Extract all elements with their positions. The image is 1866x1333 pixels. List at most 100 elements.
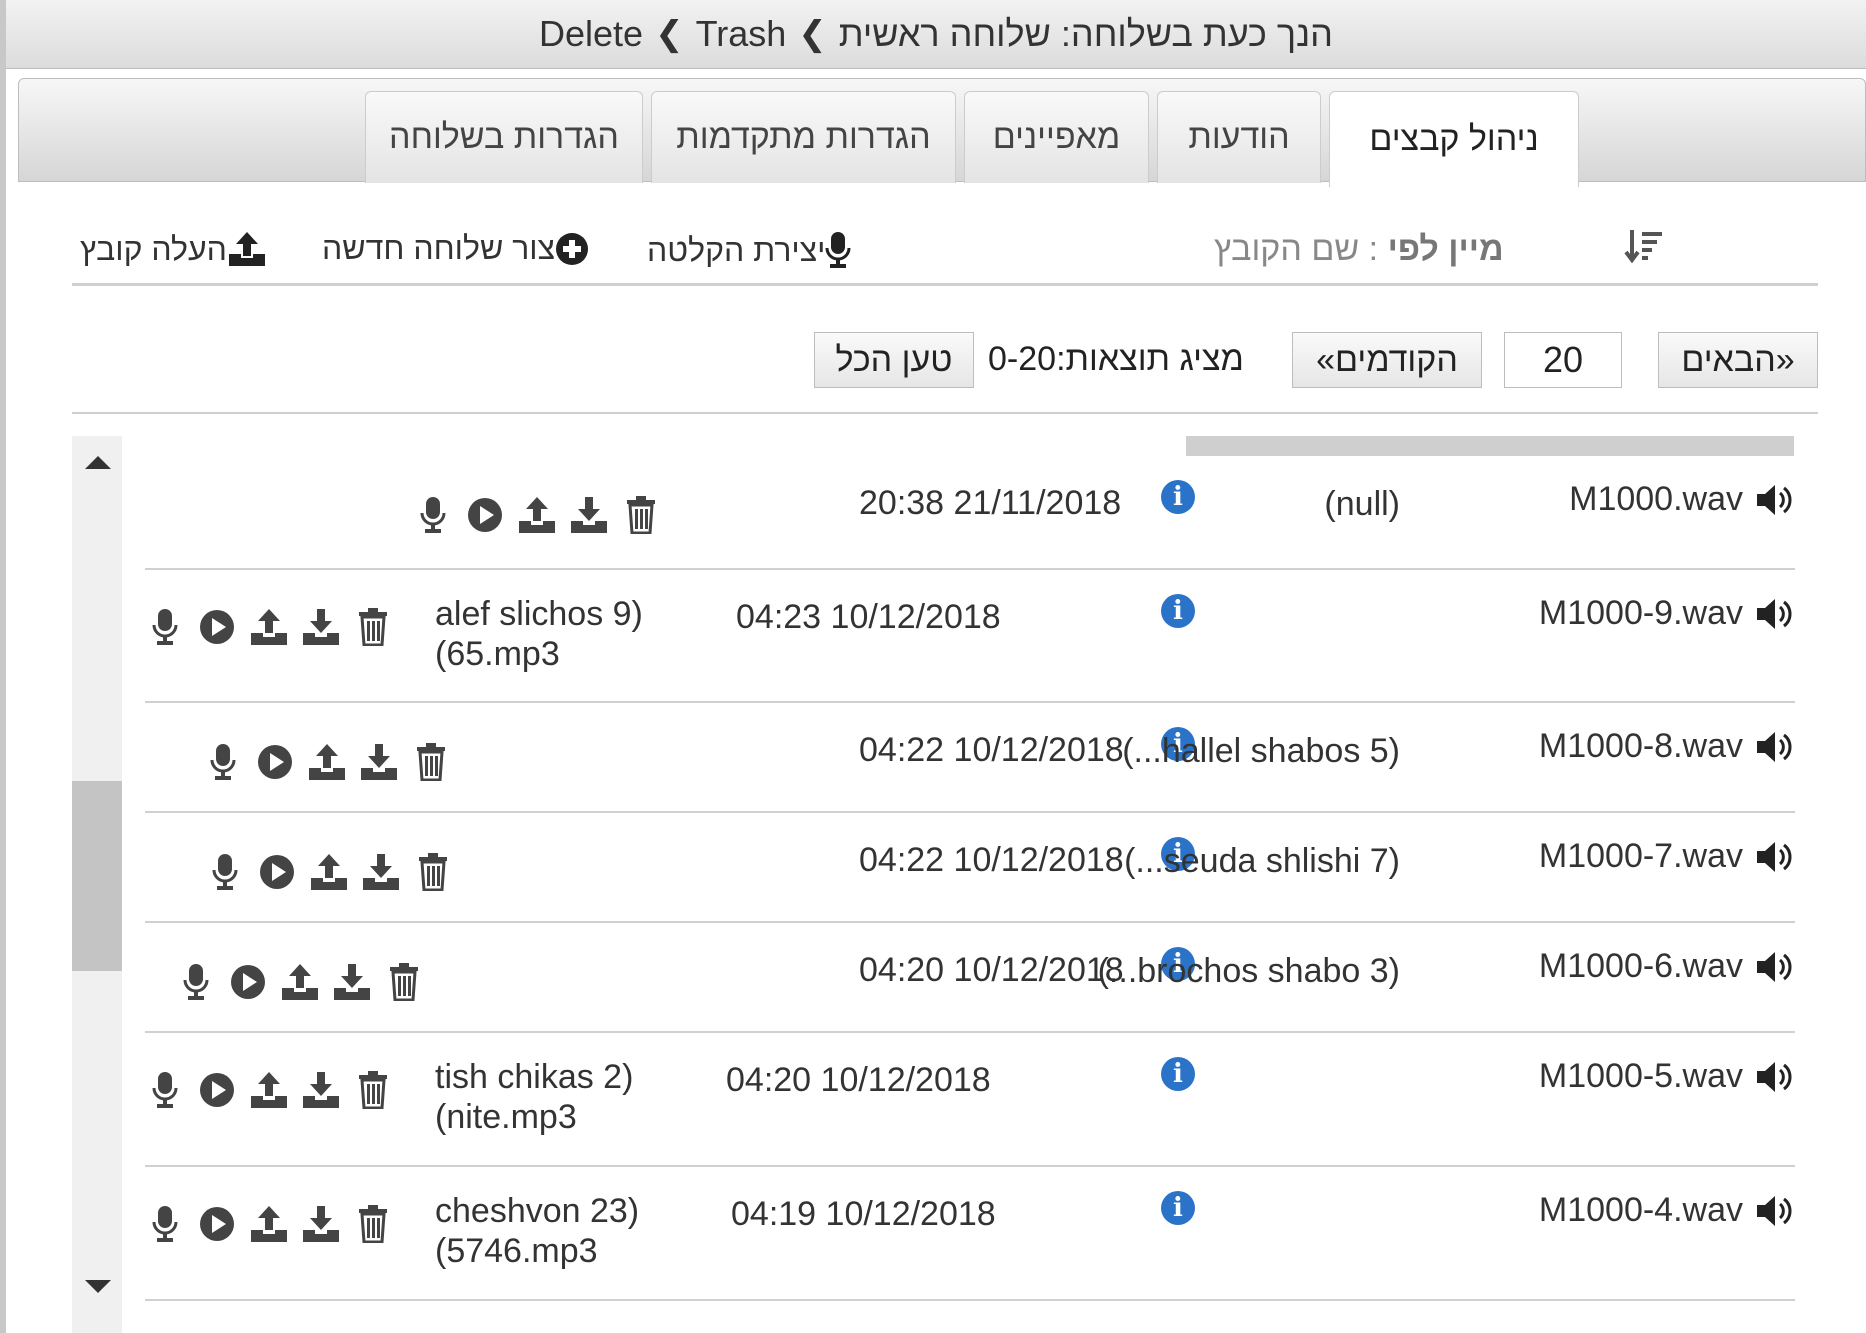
trash-icon[interactable] [413,851,453,893]
tab-messages[interactable]: הודעות [1157,91,1321,183]
speaker-icon[interactable] [1755,727,1795,767]
play-icon[interactable] [197,1069,237,1111]
sort-label: מיין לפי [1387,230,1504,268]
trash-icon[interactable] [411,741,451,783]
new-extension-button[interactable]: צור שלוחה חדשה [322,230,589,267]
speaker-icon[interactable] [1755,594,1795,634]
file-date: 04:23 10/12/2018 [736,598,1001,636]
table-row[interactable]: M1000-4.wav i 04:19 10/12/2018 cheshvon 23)… [145,1167,1795,1301]
info-icon[interactable]: i [1161,480,1195,514]
chevron-left-icon: ❮ [798,15,827,53]
breadcrumb-delete[interactable]: Delete [539,13,643,55]
table-row[interactable]: M1000.wav i 20:38 21/11/2018 (null) [145,456,1795,570]
info-icon[interactable]: i [1161,1057,1195,1091]
play-icon[interactable] [465,494,505,536]
new-extension-label: צור שלוחה חדשה [322,230,556,266]
trash-icon[interactable] [353,606,393,648]
play-icon[interactable] [197,606,237,648]
upload-file-button[interactable]: העלה קובץ [80,230,267,268]
table-row[interactable]: M1000-6.wav i 04:20 10/12/2018 (...brochos … [145,923,1795,1033]
microphone-icon[interactable] [145,606,185,648]
play-icon[interactable] [255,741,295,783]
page-size-input[interactable] [1504,332,1622,388]
scrollbar-thumb[interactable] [72,781,122,971]
play-icon[interactable] [228,961,268,1003]
download-icon[interactable] [301,606,341,648]
tab-file-management[interactable]: ניהול קבצים [1329,91,1579,187]
microphone-icon[interactable] [413,494,453,536]
microphone-icon[interactable] [145,1203,185,1245]
play-icon[interactable] [197,1203,237,1245]
file-date: 04:22 10/12/2018 [859,731,1124,769]
microphone-icon[interactable] [205,851,245,893]
file-name[interactable]: M1000-8.wav [1539,727,1743,766]
microphone-icon[interactable] [145,1069,185,1111]
file-actions [176,961,424,1003]
file-description: (...brochos shabo 3) [1097,952,1400,990]
file-name[interactable]: M1000-4.wav [1539,1191,1743,1230]
upload-icon[interactable] [249,1203,289,1245]
trash-icon[interactable] [353,1069,393,1111]
speaker-icon[interactable] [1755,1057,1795,1097]
upload-icon[interactable] [249,1069,289,1111]
file-description: (null) [1324,485,1400,523]
chevron-left-icon: ❮ [655,15,684,53]
download-icon[interactable] [361,851,401,893]
scroll-down-icon[interactable] [85,1280,111,1293]
trash-icon[interactable] [621,494,661,536]
speaker-icon[interactable] [1755,947,1795,987]
table-row[interactable]: M1000-8.wav i 04:22 10/12/2018 (...hallel s… [145,703,1795,813]
speaker-icon[interactable] [1755,837,1795,877]
range-value: 0-20 [988,340,1057,378]
file-description: (...seuda shlishi 7) [1124,842,1400,880]
tab-properties[interactable]: מאפיינים [964,91,1149,183]
download-icon[interactable] [301,1203,341,1245]
download-icon[interactable] [332,961,372,1003]
previous-page-button[interactable]: הקודמים» [1292,332,1482,388]
next-page-label: «הבאים [1681,340,1795,379]
speaker-icon[interactable] [1755,480,1795,520]
upload-icon[interactable] [280,961,320,1003]
file-date: 04:20 10/12/2018 [726,1061,991,1099]
speaker-icon[interactable] [1755,1191,1795,1231]
breadcrumb-trash[interactable]: Trash [696,13,787,55]
file-name[interactable]: M1000.wav [1569,480,1743,519]
tab-extension-settings[interactable]: הגדרות בשלוחה [365,91,643,183]
file-name[interactable]: M1000-7.wav [1539,837,1743,876]
info-icon[interactable]: i [1161,594,1195,628]
description-line: (65.mp3 [435,635,560,673]
file-description: cheshvon 23) (5746.mp3 [435,1191,639,1271]
microphone-icon[interactable] [176,961,216,1003]
file-name[interactable]: M1000-5.wav [1539,1057,1743,1096]
next-page-button[interactable]: «הבאים [1658,332,1818,388]
tab-advanced-settings[interactable]: הגדרות מתקדמות [651,91,956,183]
sort-selector[interactable]: מיין לפי : שם הקובץ [1214,230,1504,269]
vertical-scrollbar[interactable] [72,436,122,1333]
microphone-icon[interactable] [203,741,243,783]
horizontal-scrollbar[interactable] [1186,436,1794,456]
trash-icon[interactable] [353,1203,393,1245]
upload-icon[interactable] [249,606,289,648]
upload-icon[interactable] [307,741,347,783]
info-icon[interactable]: i [1161,1191,1195,1225]
play-icon[interactable] [257,851,297,893]
table-row[interactable]: M1000-9.wav i 04:23 10/12/2018 alef slichos… [145,570,1795,703]
download-icon[interactable] [569,494,609,536]
previous-page-label: הקודמים» [1316,340,1458,379]
download-icon[interactable] [359,741,399,783]
description-line: tish chikas 2) [435,1058,634,1096]
scroll-up-icon[interactable] [85,456,111,469]
file-name[interactable]: M1000-6.wav [1539,947,1743,986]
table-row[interactable]: M1000-5.wav i 04:20 10/12/2018 tish chikas … [145,1033,1795,1167]
breadcrumb-main-extension[interactable]: שלוחה ראשית [839,13,1051,54]
sort-icon[interactable] [1624,226,1664,268]
table-row[interactable]: M1000-7.wav i 04:22 10/12/2018 (...seuda sh… [145,813,1795,923]
load-all-button[interactable]: טען הכל [814,332,974,388]
upload-icon[interactable] [517,494,557,536]
create-recording-button[interactable]: יצירת הקלטה [647,230,851,270]
trash-icon[interactable] [384,961,424,1003]
upload-icon[interactable] [309,851,349,893]
plus-circle-icon [556,232,589,265]
download-icon[interactable] [301,1069,341,1111]
file-name[interactable]: M1000-9.wav [1539,594,1743,633]
